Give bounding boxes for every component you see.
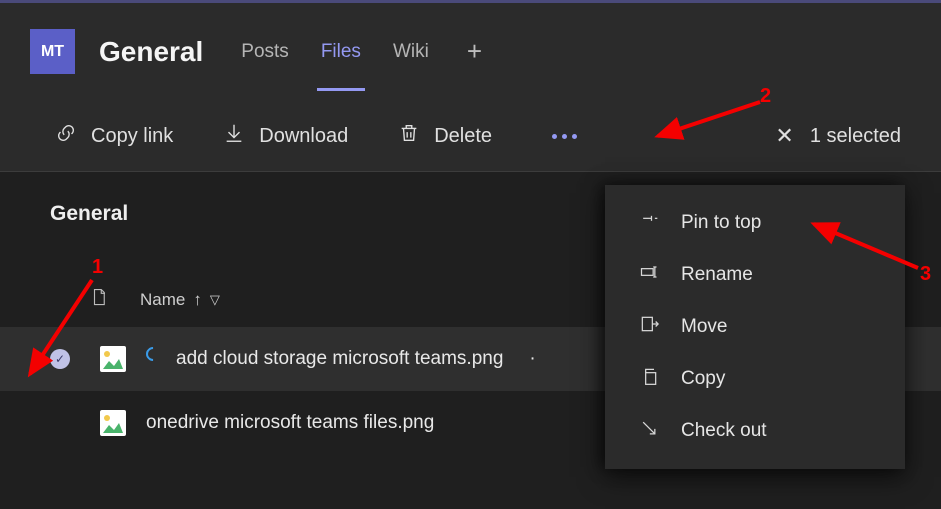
annotation-arrow-2 [652, 98, 770, 144]
channel-header: MT General Posts Files Wiki + [0, 0, 941, 100]
tab-posts[interactable]: Posts [237, 13, 293, 91]
menu-checkout-label: Check out [681, 420, 767, 442]
name-column-label: Name [140, 290, 185, 310]
pin-icon [639, 210, 659, 236]
rename-icon [639, 262, 659, 288]
copy-icon [639, 366, 659, 392]
channel-title: General [99, 36, 203, 68]
command-bar: Copy link Download Delete ✕ 1 selected [0, 100, 941, 172]
image-file-icon [100, 346, 126, 372]
delete-label: Delete [434, 125, 492, 148]
sync-icon [146, 347, 160, 361]
tab-wiki[interactable]: Wiki [389, 13, 433, 91]
annotation-arrow-3 [808, 218, 926, 274]
chevron-down-icon: ▽ [210, 292, 220, 308]
sort-asc-icon: ↑ [193, 290, 202, 310]
download-label: Download [259, 125, 348, 148]
row-more-icon[interactable]: · [529, 348, 535, 370]
move-icon [639, 314, 659, 340]
selection-indicator: ✕ 1 selected [775, 123, 901, 149]
clear-selection-button[interactable]: ✕ [775, 123, 793, 149]
menu-copy[interactable]: Copy [605, 353, 905, 405]
file-name: add cloud storage microsoft teams.png [176, 348, 503, 370]
team-avatar[interactable]: MT [30, 29, 75, 74]
annotation-label-3: 3 [920, 263, 931, 286]
checkout-icon [639, 418, 659, 444]
trash-icon [398, 122, 420, 150]
name-column-header[interactable]: Name ↑ ▽ [140, 290, 220, 310]
image-file-icon [100, 410, 126, 436]
selection-count-label: 1 selected [810, 125, 901, 148]
delete-button[interactable]: Delete [398, 122, 492, 150]
menu-move-label: Move [681, 316, 727, 338]
copy-link-button[interactable]: Copy link [55, 122, 173, 150]
add-tab-button[interactable]: + [467, 36, 482, 67]
annotation-arrow-1 [22, 272, 102, 384]
menu-pin-label: Pin to top [681, 212, 761, 234]
menu-checkout[interactable]: Check out [605, 405, 905, 457]
link-icon [55, 122, 77, 150]
copy-link-label: Copy link [91, 125, 173, 148]
file-name: onedrive microsoft teams files.png [146, 412, 434, 434]
annotation-label-1: 1 [92, 256, 103, 279]
more-actions-button[interactable] [542, 124, 587, 149]
menu-copy-label: Copy [681, 368, 725, 390]
download-icon [223, 122, 245, 150]
menu-move[interactable]: Move [605, 301, 905, 353]
row-check-placeholder[interactable] [50, 413, 70, 433]
annotation-label-2: 2 [760, 85, 771, 108]
tab-files[interactable]: Files [317, 13, 365, 91]
menu-rename-label: Rename [681, 264, 753, 286]
download-button[interactable]: Download [223, 122, 348, 150]
